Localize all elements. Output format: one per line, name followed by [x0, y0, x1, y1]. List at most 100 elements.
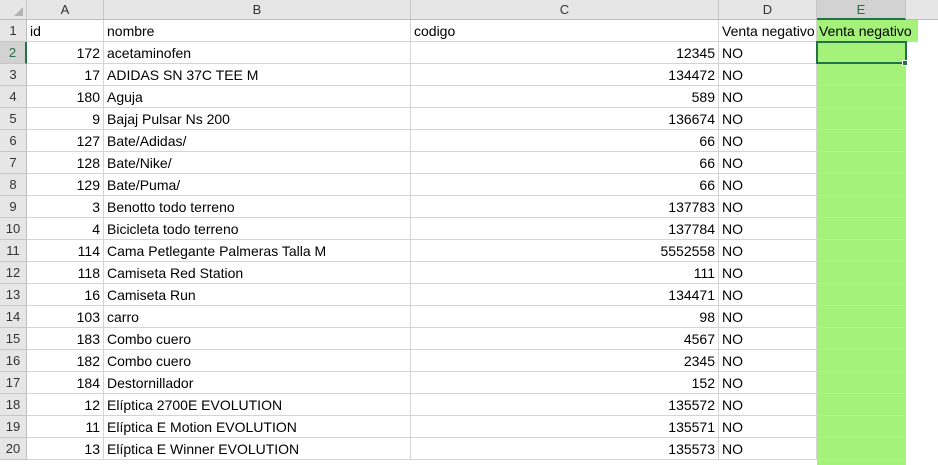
- cell-id[interactable]: 4: [27, 218, 104, 240]
- cell-codigo[interactable]: 134471: [411, 284, 719, 306]
- cell-venta[interactable]: NO: [719, 196, 817, 218]
- cell-nombre[interactable]: Bajaj Pulsar Ns 200: [104, 108, 411, 130]
- cell-nombre[interactable]: carro: [104, 306, 411, 328]
- cell-id[interactable]: 9: [27, 108, 104, 130]
- row-header[interactable]: 14: [0, 306, 27, 328]
- row-header[interactable]: 15: [0, 328, 27, 350]
- row-header[interactable]: 10: [0, 218, 27, 240]
- cell-codigo[interactable]: 589: [411, 86, 719, 108]
- cell-codigo[interactable]: 12345: [411, 42, 719, 64]
- cell-nombre[interactable]: Bate/Puma/: [104, 174, 411, 196]
- cell-id[interactable]: 118: [27, 262, 104, 284]
- cell-nombre[interactable]: Destornillador: [104, 372, 411, 394]
- cell-id[interactable]: 180: [27, 86, 104, 108]
- cell-nombre[interactable]: Bate/Adidas/: [104, 130, 411, 152]
- header-cell-codigo[interactable]: codigo: [411, 20, 719, 42]
- cell-venta[interactable]: NO: [719, 42, 817, 64]
- cell-nombre[interactable]: acetaminofen: [104, 42, 411, 64]
- column-header-d[interactable]: D: [719, 0, 817, 20]
- cell-e[interactable]: [817, 108, 906, 130]
- cell-codigo[interactable]: 135572: [411, 394, 719, 416]
- cell-nombre[interactable]: Benotto todo terreno: [104, 196, 411, 218]
- cell-e[interactable]: [817, 64, 906, 86]
- cell-id[interactable]: 103: [27, 306, 104, 328]
- row-header[interactable]: 7: [0, 152, 27, 174]
- column-header-b[interactable]: B: [104, 0, 411, 20]
- cell-e[interactable]: [817, 86, 906, 108]
- cell-venta[interactable]: NO: [719, 284, 817, 306]
- cell-venta[interactable]: NO: [719, 306, 817, 328]
- row-header[interactable]: 20: [0, 438, 27, 460]
- cell-id[interactable]: 3: [27, 196, 104, 218]
- cell-nombre[interactable]: Elíptica 2700E EVOLUTION: [104, 394, 411, 416]
- cell-e[interactable]: [817, 372, 906, 394]
- row-header[interactable]: 6: [0, 130, 27, 152]
- cell-e[interactable]: [817, 416, 906, 438]
- cell-codigo[interactable]: 66: [411, 152, 719, 174]
- row-header[interactable]: 9: [0, 196, 27, 218]
- column-header-f[interactable]: [906, 0, 938, 20]
- row-header[interactable]: 18: [0, 394, 27, 416]
- cell-venta[interactable]: NO: [719, 64, 817, 86]
- cell-e[interactable]: [817, 152, 906, 174]
- cell-venta[interactable]: NO: [719, 174, 817, 196]
- header-cell-nombre[interactable]: nombre: [104, 20, 411, 42]
- cell-e[interactable]: [817, 218, 906, 240]
- cell-e[interactable]: [817, 394, 906, 416]
- active-cell-e2[interactable]: [816, 41, 907, 64]
- cell-venta[interactable]: NO: [719, 130, 817, 152]
- header-cell-id[interactable]: id: [27, 20, 104, 42]
- header-cell-venta-e[interactable]: Venta negativo: [817, 20, 918, 42]
- cell-id[interactable]: 129: [27, 174, 104, 196]
- row-header[interactable]: 3: [0, 64, 27, 86]
- cell-codigo[interactable]: 134472: [411, 64, 719, 86]
- cell-codigo[interactable]: 2345: [411, 350, 719, 372]
- cell-venta[interactable]: NO: [719, 394, 817, 416]
- cell-e[interactable]: [817, 350, 906, 372]
- cell-nombre[interactable]: Bate/Nike/: [104, 152, 411, 174]
- row-header[interactable]: 19: [0, 416, 27, 438]
- fill-handle[interactable]: [902, 60, 908, 66]
- cell-venta[interactable]: NO: [719, 262, 817, 284]
- cell-id[interactable]: 17: [27, 64, 104, 86]
- cell-id[interactable]: 13: [27, 438, 104, 460]
- cell-codigo[interactable]: 137784: [411, 218, 719, 240]
- row-header[interactable]: 5: [0, 108, 27, 130]
- cell-nombre[interactable]: Aguja: [104, 86, 411, 108]
- cell-e[interactable]: [817, 438, 906, 460]
- column-header-a[interactable]: A: [27, 0, 104, 20]
- cell-codigo[interactable]: 66: [411, 174, 719, 196]
- cell-nombre[interactable]: Combo cuero: [104, 328, 411, 350]
- cell-venta[interactable]: NO: [719, 350, 817, 372]
- cell-id[interactable]: 184: [27, 372, 104, 394]
- cell-id[interactable]: 183: [27, 328, 104, 350]
- cell-codigo[interactable]: 135571: [411, 416, 719, 438]
- cell-nombre[interactable]: Bicicleta todo terreno: [104, 218, 411, 240]
- row-header[interactable]: 8: [0, 174, 27, 196]
- cell-e[interactable]: [817, 262, 906, 284]
- cell-codigo[interactable]: 66: [411, 130, 719, 152]
- cell-venta[interactable]: NO: [719, 416, 817, 438]
- cell-id[interactable]: 172: [27, 42, 104, 64]
- cell-codigo[interactable]: 98: [411, 306, 719, 328]
- cell-venta[interactable]: NO: [719, 240, 817, 262]
- cell-venta[interactable]: NO: [719, 218, 817, 240]
- cell-venta[interactable]: NO: [719, 108, 817, 130]
- cell-venta[interactable]: NO: [719, 152, 817, 174]
- row-header[interactable]: 2: [0, 42, 27, 64]
- cell-id[interactable]: 16: [27, 284, 104, 306]
- cell-nombre[interactable]: ADIDAS SN 37C TEE M: [104, 64, 411, 86]
- cell-codigo[interactable]: 135573: [411, 438, 719, 460]
- cell-codigo[interactable]: 137783: [411, 196, 719, 218]
- cell-venta[interactable]: NO: [719, 372, 817, 394]
- cell-e[interactable]: [817, 196, 906, 218]
- cell-e[interactable]: [817, 328, 906, 350]
- cell-id[interactable]: 12: [27, 394, 104, 416]
- cell-e[interactable]: [817, 306, 906, 328]
- cell-nombre[interactable]: Elíptica E Motion EVOLUTION: [104, 416, 411, 438]
- row-header[interactable]: 13: [0, 284, 27, 306]
- cell-venta[interactable]: NO: [719, 438, 817, 460]
- cell-id[interactable]: 11: [27, 416, 104, 438]
- row-header[interactable]: 1: [0, 20, 27, 42]
- cell-id[interactable]: 182: [27, 350, 104, 372]
